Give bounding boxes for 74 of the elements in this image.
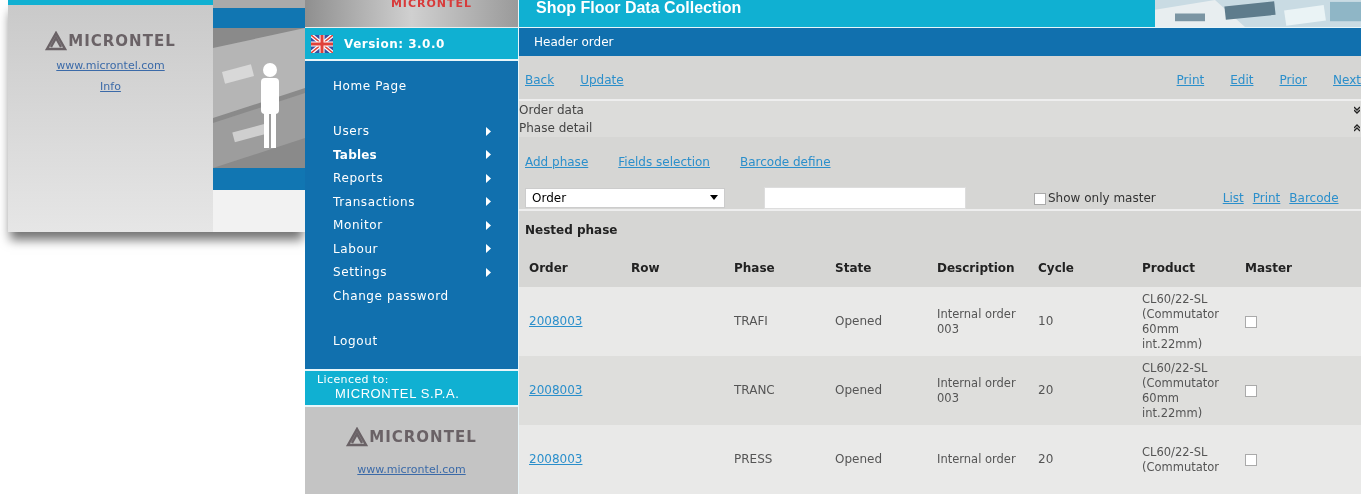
flag-icon bbox=[311, 34, 333, 53]
column-header: State bbox=[835, 261, 873, 276]
table-cell-text: CL60/22-SL (Commutator 60mm int.22mm) bbox=[1142, 291, 1221, 352]
order-link[interactable]: 2008003 bbox=[529, 314, 631, 330]
link[interactable]: List bbox=[1222, 190, 1244, 205]
order-link[interactable]: 2008003 bbox=[529, 452, 631, 468]
dropdown-caret-icon bbox=[710, 195, 718, 201]
link[interactable]: www.microntel.com bbox=[357, 463, 466, 476]
table-cell-text: 20 bbox=[1038, 452, 1055, 468]
logo-text: MICRONTEL bbox=[369, 428, 477, 446]
menu-item[interactable]: Logout bbox=[305, 329, 518, 353]
link[interactable]: Fields selection bbox=[618, 154, 710, 169]
field-dropdown[interactable]: Order bbox=[525, 187, 725, 208]
licence-label: Licenced to: bbox=[317, 373, 390, 386]
link[interactable]: Print bbox=[1252, 190, 1281, 205]
table-title: Nested phase bbox=[525, 222, 618, 237]
column-header: Phase bbox=[734, 261, 776, 276]
menu-item[interactable]: Reports bbox=[305, 166, 518, 190]
window-title: Shop Floor Data Collection bbox=[535, 0, 742, 18]
table-cell-text: Opened bbox=[835, 452, 884, 468]
header-title: Header order bbox=[534, 34, 614, 49]
table-cell-text: Internal order bbox=[937, 452, 1017, 468]
column-header: Description bbox=[937, 261, 1016, 276]
link[interactable]: Edit bbox=[1230, 73, 1254, 88]
table-cell-text: Internal order 003 bbox=[937, 375, 1017, 406]
column-header: Cycle bbox=[1038, 261, 1075, 276]
menu-item[interactable]: Change password bbox=[305, 284, 518, 308]
menu-item[interactable]: Labour bbox=[305, 237, 518, 261]
table-cell-text: Internal order 003 bbox=[937, 306, 1017, 337]
table-cell-text: PRESS bbox=[734, 452, 774, 468]
link[interactable]: Back bbox=[525, 73, 555, 88]
checkbox-label: Show only master bbox=[1048, 190, 1156, 205]
section-header[interactable]: Phase detail bbox=[519, 118, 1361, 137]
version-label: Version: 3.0.0 bbox=[344, 36, 445, 51]
checkbox[interactable] bbox=[1245, 315, 1257, 328]
link[interactable]: www.microntel.com bbox=[56, 59, 165, 72]
menu-item[interactable]: Transactions bbox=[305, 190, 518, 214]
link[interactable]: Update bbox=[580, 73, 624, 88]
menu-item[interactable]: Settings bbox=[305, 260, 518, 284]
licensee-name: MICRONTEL S.P.A. bbox=[335, 386, 461, 401]
link[interactable]: Add phase bbox=[525, 154, 589, 169]
link[interactable]: Prior bbox=[1279, 73, 1308, 88]
column-header: Product bbox=[1142, 261, 1196, 276]
checkbox[interactable] bbox=[1245, 453, 1257, 466]
column-header: Order bbox=[529, 261, 569, 276]
section-header[interactable]: Order data bbox=[519, 100, 1361, 119]
logo-icon bbox=[346, 427, 369, 447]
link[interactable]: Barcode define bbox=[739, 154, 831, 169]
table-cell-text: TRAFI bbox=[734, 314, 769, 330]
link[interactable]: Info bbox=[100, 80, 121, 93]
logo-text: MICRONTEL bbox=[68, 32, 176, 50]
table-cell-text: Opened bbox=[835, 383, 884, 399]
menu-item[interactable]: Tables bbox=[305, 143, 518, 167]
collapse-icon bbox=[1354, 123, 1360, 132]
link[interactable]: Next bbox=[1333, 73, 1361, 88]
expand-icon bbox=[1354, 105, 1360, 114]
table-cell-text: CL60/22-SL (Commutator 60mm int.22mm) bbox=[1142, 360, 1221, 421]
menu-item[interactable]: Home Page bbox=[305, 74, 518, 98]
menu-item[interactable]: Users bbox=[305, 119, 518, 143]
link[interactable]: Print bbox=[1176, 73, 1205, 88]
table-cell-text: 10 bbox=[1038, 314, 1055, 330]
checkbox[interactable] bbox=[1034, 192, 1046, 205]
checkbox[interactable] bbox=[1245, 384, 1257, 397]
table-cell-text: TRANC bbox=[734, 383, 776, 399]
search-field[interactable] bbox=[764, 186, 966, 209]
table-cell-text: 20 bbox=[1038, 383, 1055, 399]
column-header: Master bbox=[1245, 261, 1293, 276]
menu-item[interactable]: Monitor bbox=[305, 213, 518, 237]
column-header: Row bbox=[631, 261, 661, 276]
order-link[interactable]: 2008003 bbox=[529, 383, 631, 399]
table-cell-text: Opened bbox=[835, 314, 884, 330]
logo-icon bbox=[45, 31, 68, 51]
link[interactable]: Barcode bbox=[1289, 190, 1339, 205]
table-cell-text: CL60/22-SL (Commutator bbox=[1142, 444, 1221, 475]
